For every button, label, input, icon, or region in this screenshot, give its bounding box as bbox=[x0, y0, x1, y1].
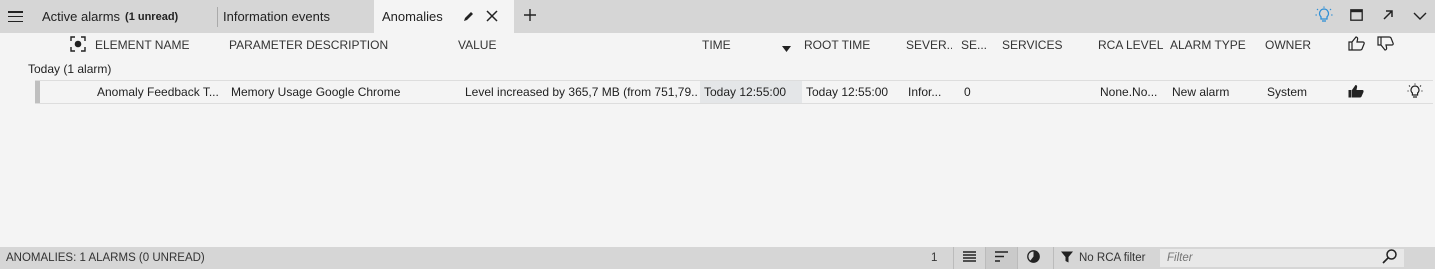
tab-divider bbox=[217, 7, 218, 27]
lightbulb-icon bbox=[1407, 83, 1423, 102]
detach-button[interactable] bbox=[1372, 0, 1404, 33]
table-row[interactable]: Anomaly Feedback T... Memory Usage Googl… bbox=[35, 80, 1433, 104]
cell-element-name: Anomaly Feedback T... bbox=[97, 85, 219, 99]
collapse-button[interactable] bbox=[1404, 0, 1435, 33]
list-view-button[interactable] bbox=[953, 247, 985, 269]
column-root-time[interactable]: ROOT TIME bbox=[804, 33, 899, 57]
window-icon bbox=[1349, 9, 1363, 24]
pie-chart-icon bbox=[1027, 250, 1040, 266]
tab-label: Anomalies bbox=[382, 9, 443, 24]
thumbs-up-filled-icon bbox=[1348, 84, 1364, 101]
sort-descending-icon bbox=[782, 41, 791, 55]
group-header-today[interactable]: Today (1 alarm) bbox=[28, 62, 111, 76]
rca-filter-label: No RCA filter bbox=[1079, 252, 1146, 264]
hamburger-icon bbox=[7, 11, 23, 22]
column-time[interactable]: TIME bbox=[702, 33, 796, 57]
sort-lines-icon bbox=[995, 251, 1008, 265]
status-count: 1 bbox=[931, 252, 938, 264]
search-button[interactable] bbox=[1374, 247, 1404, 269]
list-icon bbox=[963, 251, 976, 265]
column-se[interactable]: SE... bbox=[961, 33, 993, 57]
cell-rca-level: None.No... bbox=[1100, 85, 1158, 99]
focus-column-button[interactable] bbox=[70, 33, 88, 57]
column-header-row: ELEMENT NAME PARAMETER DESCRIPTION VALUE… bbox=[0, 33, 1435, 57]
edit-pencil-icon[interactable] bbox=[462, 10, 475, 23]
cell-severity: Infor... bbox=[908, 85, 942, 99]
column-parameter-description[interactable]: PARAMETER DESCRIPTION bbox=[229, 33, 449, 57]
column-label: TIME bbox=[702, 38, 731, 52]
column-element-name[interactable]: ELEMENT NAME bbox=[95, 33, 220, 57]
cell-se: 0 bbox=[964, 85, 971, 99]
thumbs-up-outline-icon bbox=[1348, 36, 1365, 54]
severity-stripe bbox=[35, 81, 40, 103]
column-thumbs-down[interactable] bbox=[1377, 33, 1395, 57]
arrow-up-right-icon bbox=[1382, 9, 1394, 24]
status-bar: ANOMALIES: 1 ALARMS (0 UNREAD) 1 No RCA … bbox=[0, 247, 1435, 269]
column-thumbs-up[interactable] bbox=[1348, 33, 1366, 57]
filter-box bbox=[1160, 249, 1404, 267]
cell-alarm-type: New alarm bbox=[1172, 85, 1230, 99]
cell-time: Today 12:55:00 bbox=[700, 81, 802, 103]
tab-active-alarms[interactable]: Active alarms (1 unread) bbox=[42, 0, 178, 33]
column-alarm-type[interactable]: ALARM TYPE bbox=[1170, 33, 1260, 57]
unread-count: (1 unread) bbox=[125, 10, 179, 23]
lightbulb-row-button[interactable] bbox=[1407, 81, 1425, 103]
tab-bar: Active alarms (1 unread) Information eve… bbox=[0, 0, 1435, 33]
add-tab-button[interactable] bbox=[522, 0, 538, 33]
status-summary: ANOMALIES: 1 ALARMS (0 UNREAD) bbox=[6, 252, 205, 264]
hamburger-menu-button[interactable] bbox=[0, 0, 30, 33]
close-tab-icon[interactable] bbox=[486, 10, 498, 22]
column-severity[interactable]: SEVER... bbox=[906, 33, 952, 57]
rca-filter-button[interactable]: No RCA filter bbox=[1053, 247, 1157, 269]
lightbulb-toggle-button[interactable] bbox=[1308, 0, 1340, 33]
cell-owner: System bbox=[1267, 85, 1308, 99]
plus-icon bbox=[524, 9, 536, 24]
sort-button[interactable] bbox=[985, 247, 1017, 269]
filter-input[interactable] bbox=[1167, 252, 1367, 264]
column-value[interactable]: VALUE bbox=[458, 33, 688, 57]
tab-label: Information events bbox=[223, 9, 330, 24]
lightbulb-icon bbox=[1315, 6, 1333, 27]
column-owner[interactable]: OWNER bbox=[1265, 33, 1335, 57]
tab-information-events[interactable]: Information events bbox=[223, 0, 330, 33]
pie-chart-button[interactable] bbox=[1017, 247, 1049, 269]
cell-services bbox=[1002, 81, 1092, 103]
tab-anomalies[interactable]: Anomalies bbox=[374, 0, 514, 33]
column-services[interactable]: SERVICES bbox=[1002, 33, 1092, 57]
focus-target-icon bbox=[70, 35, 86, 55]
tab-label: Active alarms bbox=[42, 9, 121, 24]
thumbs-up-button[interactable] bbox=[1348, 81, 1366, 103]
cell-value: Level increased by 365,7 MB (from 751,79… bbox=[465, 85, 697, 99]
chevron-down-icon bbox=[1413, 10, 1427, 24]
thumbs-down-outline-icon bbox=[1377, 36, 1394, 54]
search-icon bbox=[1381, 249, 1397, 267]
maximize-button[interactable] bbox=[1340, 0, 1372, 33]
funnel-icon bbox=[1061, 251, 1073, 266]
cell-parameter-description: Memory Usage Google Chrome bbox=[231, 85, 401, 99]
cell-root-time: Today 12:55:00 bbox=[806, 85, 889, 99]
column-rca-level[interactable]: RCA LEVEL bbox=[1098, 33, 1164, 57]
